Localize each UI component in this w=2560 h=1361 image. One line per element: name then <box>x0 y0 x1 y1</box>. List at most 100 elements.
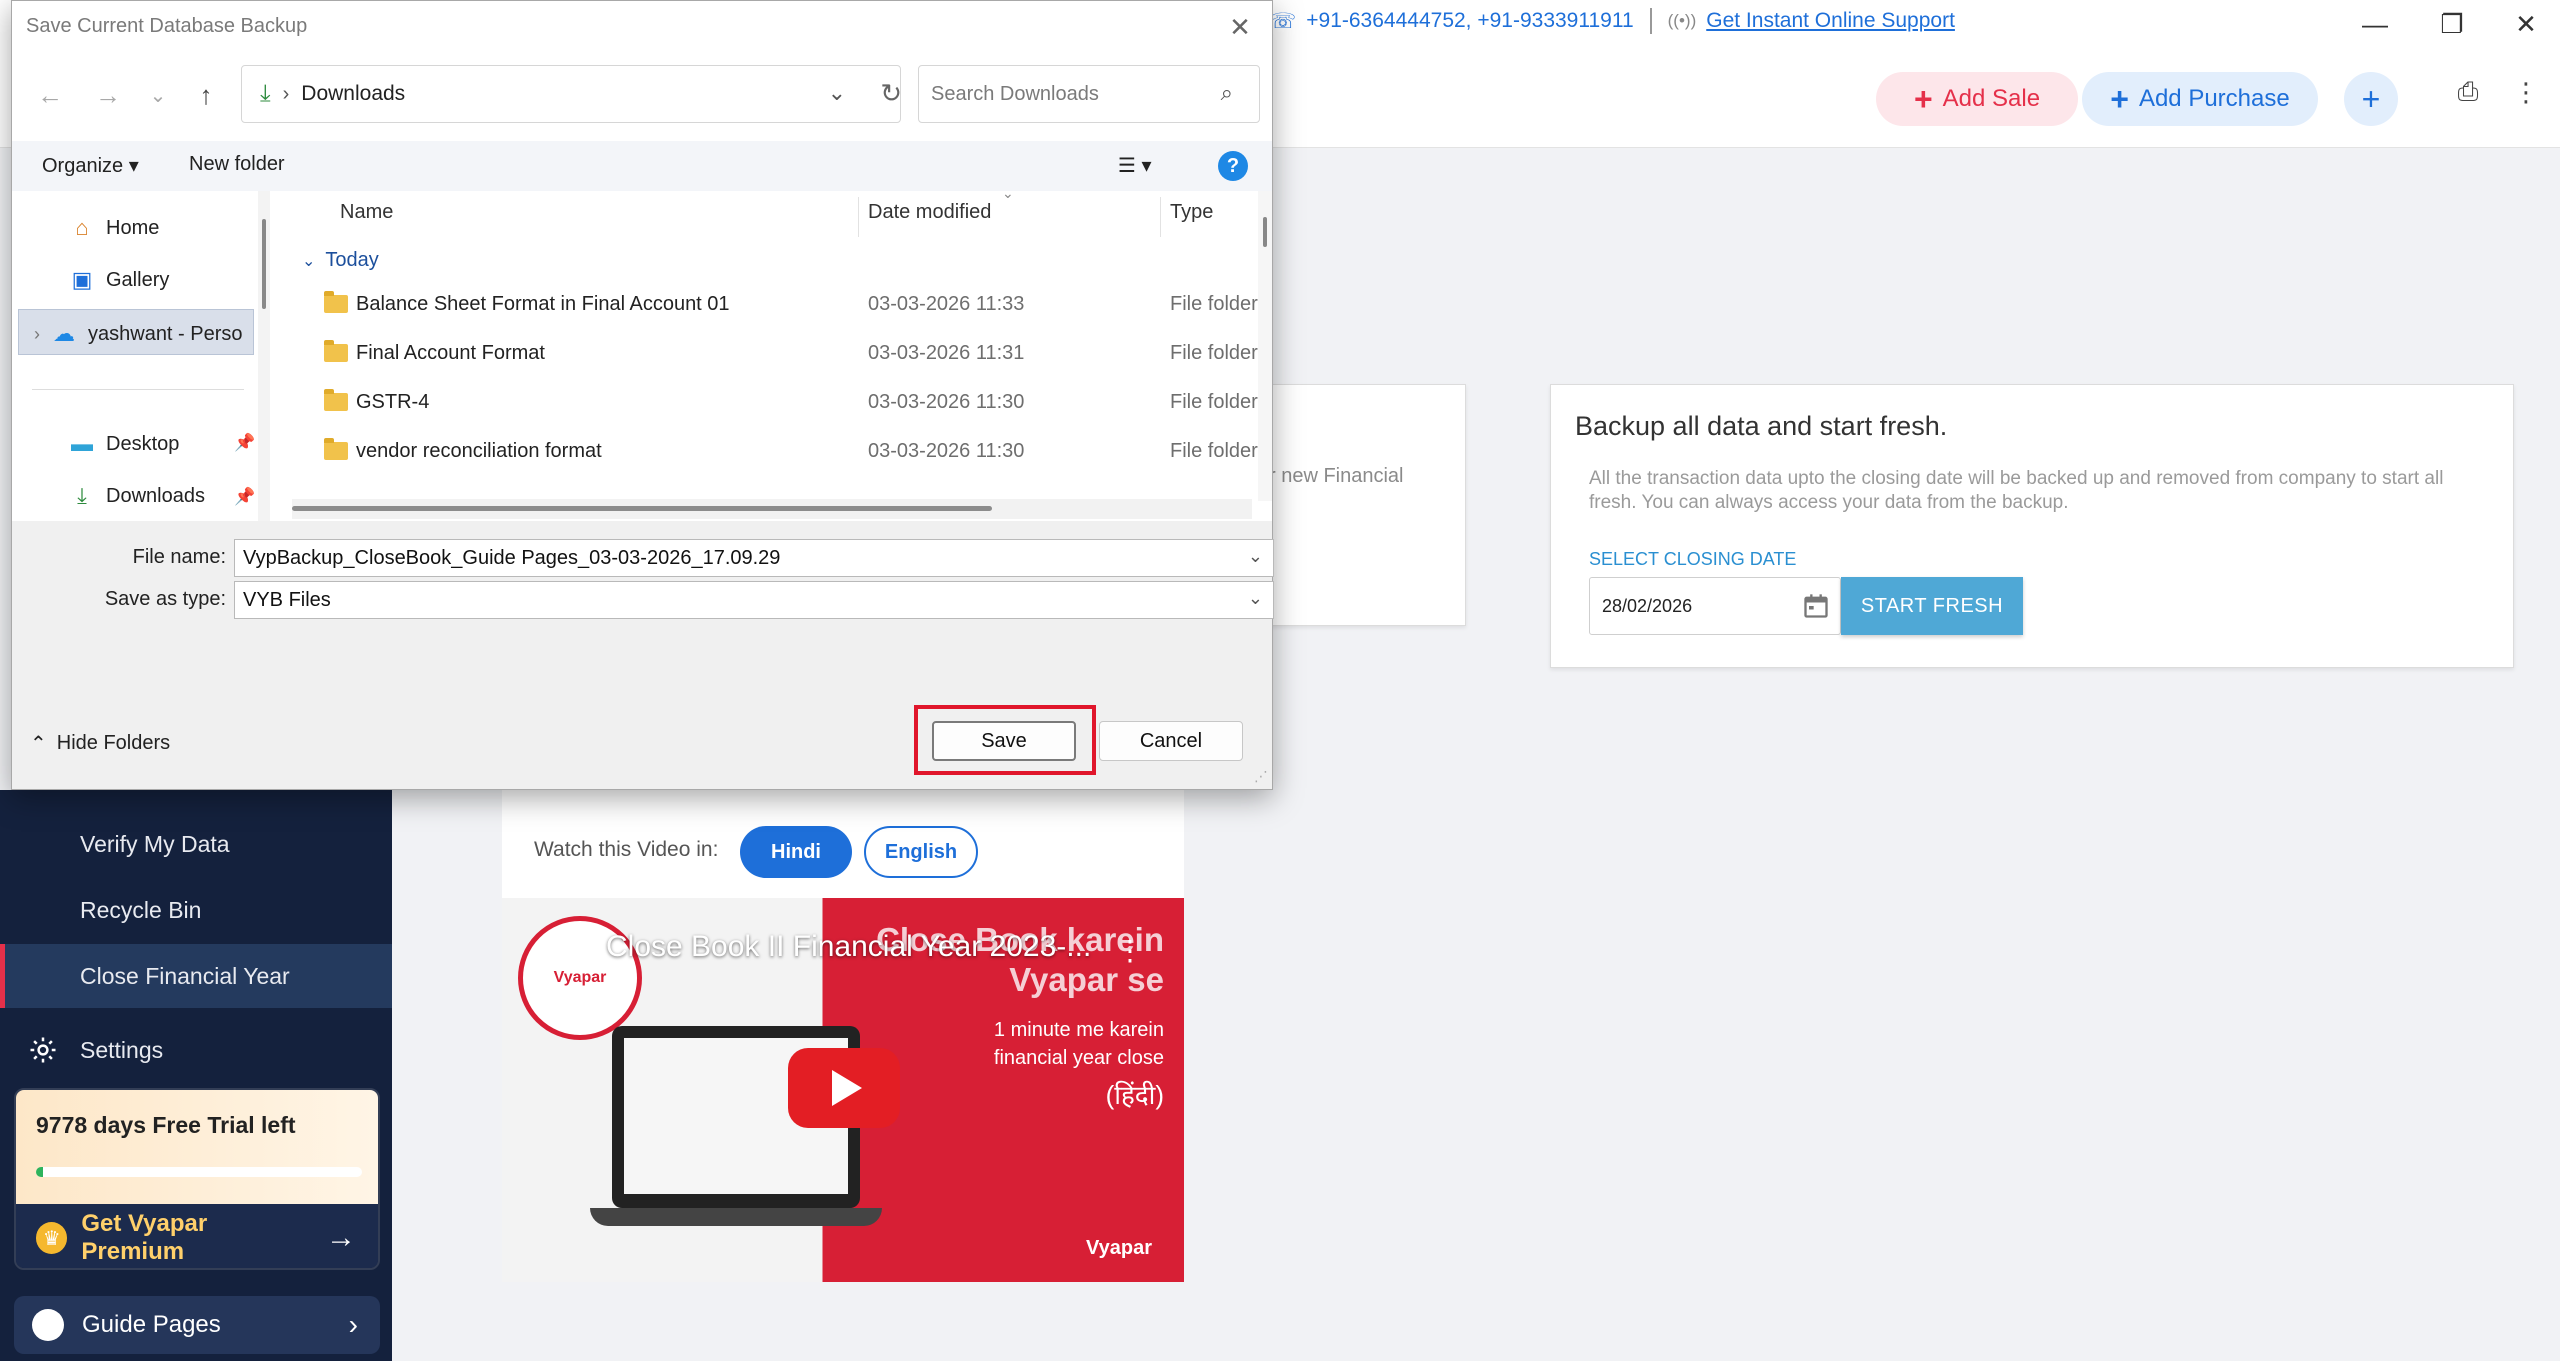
sidebar-item-close-financial-year[interactable]: Close Financial Year <box>0 944 392 1008</box>
file-row[interactable]: Final Account Format 03-03-2026 11:31 Fi… <box>280 332 1258 380</box>
restore-button[interactable]: ❐ <box>2422 6 2482 42</box>
file-date: 03-03-2026 11:33 <box>868 293 1025 315</box>
view-options-icon[interactable]: ☰ ▾ <box>1118 153 1152 178</box>
forward-arrow-icon[interactable]: → <box>88 75 128 115</box>
file-name-input[interactable]: VypBackup_CloseBook_Guide Pages_03-03-20… <box>234 539 1274 577</box>
nav-item-desktop[interactable]: ▬ Desktop <box>68 431 179 457</box>
video-subtitle: 1 minute me karein financial year close <box>994 1016 1164 1072</box>
nav-item-onedrive[interactable]: › ☁ yashwant - Perso <box>34 321 243 347</box>
save-button[interactable]: Save <box>932 721 1076 761</box>
nav-item-label: Gallery <box>106 268 170 291</box>
nav-item-gallery[interactable]: ▣ Gallery <box>68 267 170 293</box>
hide-folders-label: Hide Folders <box>56 732 171 754</box>
chevron-down-icon: ⌄ <box>302 252 316 270</box>
closing-date-input[interactable]: 28/02/2026 <box>1589 577 1841 635</box>
column-name[interactable]: Name <box>340 201 393 224</box>
group-label: Today <box>325 249 379 271</box>
card-title: Backup all data and start fresh. <box>1575 411 1948 441</box>
organize-label: Organize <box>42 155 124 177</box>
window-close-button[interactable]: ✕ <box>2496 6 2556 42</box>
english-language-button[interactable]: English <box>864 826 978 878</box>
broadcast-icon: ((•)) <box>1667 11 1697 30</box>
video-subtitle-line1: 1 minute me karein <box>993 1019 1164 1041</box>
chevron-down-icon[interactable]: ⌄ <box>828 80 846 106</box>
sidebar-item-recycle-bin[interactable]: Recycle Bin <box>0 878 392 942</box>
contact-numbers: +91-6364444752, +91-9333911911 <box>1306 9 1634 32</box>
nav-item-label: yashwant - Perso <box>88 322 243 345</box>
save-type-select[interactable]: VYB Files ⌄ <box>234 581 1274 619</box>
file-name-value: VypBackup_CloseBook_Guide Pages_03-03-20… <box>243 546 781 569</box>
plus-icon: + <box>2110 80 2129 117</box>
closing-date-value: 28/02/2026 <box>1602 595 1693 616</box>
new-folder-button[interactable]: New folder <box>189 153 285 176</box>
search-input[interactable]: Search Downloads ⌕ <box>918 65 1260 123</box>
video-menu-icon[interactable]: ⋮ <box>1116 934 1144 967</box>
support-link[interactable]: Get Instant Online Support <box>1706 9 1955 33</box>
file-list: Name Date modified ⌄ Type ⌄ Today Balanc… <box>280 185 1272 521</box>
minimize-button[interactable]: — <box>2345 6 2405 42</box>
chevron-down-icon[interactable]: ⌄ <box>1248 588 1263 609</box>
breadcrumb-separator-icon: › <box>282 82 290 105</box>
pin-icon: 📌 <box>234 487 256 506</box>
column-divider[interactable] <box>1160 197 1161 237</box>
more-options-icon[interactable]: ⋮ <box>2506 72 2546 112</box>
dialog-close-icon[interactable]: ✕ <box>1220 9 1260 45</box>
file-name: GSTR-4 <box>356 391 430 413</box>
file-row[interactable]: GSTR-4 03-03-2026 11:30 File folder <box>280 381 1258 429</box>
contact-info: ☏ +91-6364444752, +91-9333911911 ((•)) G… <box>1270 8 1955 34</box>
nav-item-home[interactable]: ⌂ Home <box>68 215 159 241</box>
sidebar-item-settings[interactable]: Settings <box>0 1018 392 1082</box>
crown-icon: ♛ <box>36 1222 68 1254</box>
vertical-scrollbar[interactable] <box>1258 191 1272 501</box>
file-row[interactable]: vendor reconciliation format 03-03-2026 … <box>280 430 1258 478</box>
group-header-today[interactable]: ⌄ Today <box>302 249 379 272</box>
premium-label: Get Vyapar Premium <box>81 1210 208 1265</box>
organize-menu[interactable]: Organize ▾ <box>42 153 139 178</box>
add-purchase-button[interactable]: + Add Purchase <box>2082 72 2318 126</box>
back-arrow-icon[interactable]: ← <box>30 75 70 115</box>
video-subtitle-line2: financial year close <box>993 1047 1164 1069</box>
recent-locations-chevron-icon[interactable]: ⌄ <box>138 75 178 115</box>
backup-start-fresh-card: Backup all data and start fresh. All the… <box>1550 384 2514 668</box>
guide-pages-button[interactable]: Guide Pages › <box>14 1296 380 1354</box>
get-premium-button[interactable]: ♛ Get Vyapar Premium → <box>16 1204 378 1268</box>
column-date-modified[interactable]: Date modified <box>868 201 991 224</box>
download-icon: ⤓ <box>260 80 271 107</box>
play-icon[interactable] <box>788 1048 900 1128</box>
cancel-button[interactable]: Cancel <box>1099 721 1243 761</box>
hide-folders-button[interactable]: ⌃ Hide Folders <box>30 731 170 756</box>
column-divider[interactable] <box>858 197 859 237</box>
calendar-icon[interactable] <box>1802 591 1830 621</box>
resize-grip-icon[interactable]: ⋰ <box>1254 768 1268 785</box>
chevron-down-icon[interactable]: ⌄ <box>1248 546 1263 567</box>
help-icon[interactable]: ? <box>1218 151 1248 181</box>
add-sale-label: Add Sale <box>1942 85 2041 112</box>
closing-date-label: SELECT CLOSING DATE <box>1589 549 1797 569</box>
file-date: 03-03-2026 11:30 <box>868 391 1025 413</box>
file-name: Final Account Format <box>356 342 545 364</box>
add-more-button[interactable]: + <box>2344 72 2398 126</box>
add-sale-button[interactable]: + Add Sale <box>1876 72 2078 126</box>
nav-item-downloads[interactable]: ⤓ Downloads <box>68 483 205 509</box>
nav-item-label: Home <box>106 216 160 239</box>
download-icon: ⤓ <box>77 483 87 508</box>
horizontal-scrollbar[interactable] <box>292 499 1252 519</box>
home-icon: ⌂ <box>75 215 89 240</box>
refresh-icon[interactable]: ↻ <box>880 78 902 109</box>
sidebar-item-verify-data[interactable]: Verify My Data <box>0 812 392 876</box>
address-bar[interactable]: ⤓ › Downloads ⌄ ↻ <box>241 65 902 123</box>
video-language-tag: (हिंदी) <box>1105 1080 1164 1110</box>
card-text-fragment: r new Financial <box>1269 465 1404 487</box>
nav-scrollbar[interactable] <box>258 191 270 521</box>
video-thumbnail[interactable]: Vyapar Close Book karein Vyapar se Close… <box>502 898 1184 1282</box>
navigation-pane: ⌂ Home ▣ Gallery › ☁ yashwant - Perso ▬ … <box>12 191 270 521</box>
up-arrow-icon[interactable]: ↑ <box>186 75 226 115</box>
column-type[interactable]: Type <box>1170 201 1213 224</box>
folder-icon <box>324 291 348 313</box>
sort-chevron-icon: ⌄ <box>1002 185 1014 201</box>
start-fresh-button[interactable]: START FRESH <box>1841 577 2023 635</box>
print-icon[interactable]: ⎙ <box>2448 72 2488 112</box>
hindi-language-button[interactable]: Hindi <box>740 826 852 878</box>
file-row[interactable]: Balance Sheet Format in Final Account 01… <box>280 283 1258 331</box>
expand-chevron-icon[interactable]: › <box>34 324 40 345</box>
